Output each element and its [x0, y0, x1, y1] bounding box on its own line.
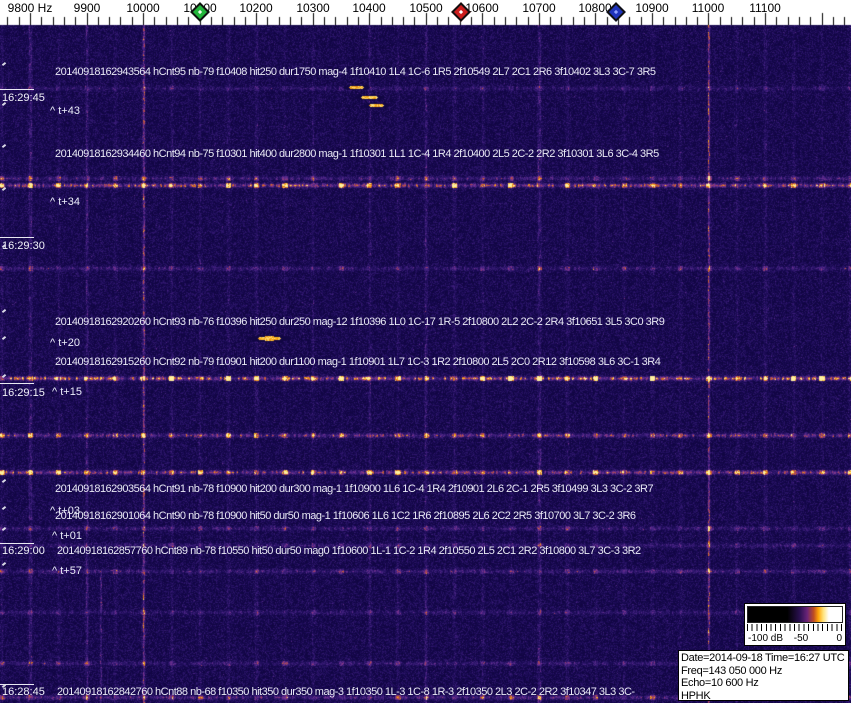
time-label: 16:29:15 — [2, 387, 45, 399]
detection-log-line: 20140918162915260 hCnt92 nb-79 f10901 hi… — [55, 356, 660, 368]
time-tick-mark — [0, 543, 34, 544]
colorbar-mid-label: -50 — [794, 633, 808, 644]
freq-axis-label: 10500 — [409, 1, 442, 15]
time-offset-marker: ^ t+43 — [50, 105, 80, 117]
colorbar-gradient — [747, 606, 843, 623]
meteor-echo-spectrogram-window: 9800 Hz990010000101001020010300104001050… — [0, 0, 851, 703]
edge-minor-tick — [2, 479, 6, 483]
time-label: 16:29:45 — [2, 92, 45, 104]
freq-axis-label: 10600 — [465, 1, 498, 15]
annotation-overlay: 9800 Hz990010000101001020010300104001050… — [0, 0, 851, 703]
edge-minor-tick — [2, 102, 6, 106]
info-date-time: Date=2014-09-18 Time=16:27 UTC — [681, 652, 846, 665]
detection-log-line: 20140918162943564 hCnt95 nb-79 f10408 hi… — [55, 66, 656, 78]
edge-minor-tick — [2, 336, 6, 340]
edge-minor-tick — [2, 562, 6, 566]
time-offset-marker: ^ t+01 — [52, 530, 82, 542]
detection-log-line: 20140918162920260 hCnt93 nb-76 f10396 hi… — [55, 316, 664, 328]
time-offset-marker: ^ t+20 — [50, 337, 80, 349]
edge-minor-tick — [2, 527, 6, 531]
info-station-id: HPHK — [681, 690, 846, 703]
colorbar-tick-ruler — [747, 624, 843, 631]
freq-axis-label: 9900 — [74, 1, 101, 15]
freq-axis-label: 11000 — [692, 1, 724, 15]
freq-axis-label: 10300 — [296, 1, 329, 15]
colorbar-labels: -100 dB -50 0 — [745, 632, 845, 645]
status-info-box: Date=2014-09-18 Time=16:27 UTC Freq=143 … — [678, 650, 849, 701]
info-echo-frequency: Echo=10 600 Hz — [681, 677, 846, 690]
freq-axis-label: 10000 — [126, 1, 159, 15]
edge-minor-tick — [2, 506, 6, 510]
freq-axis-label: 10400 — [352, 1, 385, 15]
colorbar-max-label: 0 — [836, 633, 842, 644]
freq-axis-label: 10900 — [635, 1, 668, 15]
time-offset-marker: ^ t+15 — [52, 386, 82, 398]
detection-log-line: 20140918162934460 hCnt94 nb-75 f10301 hi… — [55, 148, 659, 160]
time-tick-mark — [0, 89, 34, 90]
detection-log-line: 20140918162857760 hCnt89 nb-78 f10550 hi… — [57, 545, 641, 557]
blue-freq-marker-center — [614, 10, 618, 14]
time-offset-marker: ^ t+34 — [50, 196, 80, 208]
detection-log-line: 20140918162903564 hCnt91 nb-78 f10900 hi… — [55, 483, 653, 495]
time-label: 16:29:30 — [2, 240, 45, 252]
freq-axis-label: 9800 Hz — [8, 1, 53, 15]
time-label: 16:29:00 — [2, 545, 45, 557]
edge-minor-tick — [2, 144, 6, 148]
edge-minor-tick — [2, 309, 6, 313]
green-freq-marker-center — [198, 10, 202, 14]
edge-minor-tick — [2, 187, 6, 191]
time-offset-marker: ^ t+57 — [52, 565, 82, 577]
db-colorbar: -100 dB -50 0 — [744, 603, 846, 646]
red-freq-marker-center — [459, 10, 463, 14]
edge-minor-tick — [2, 374, 6, 378]
time-label: 16:28:45 — [2, 686, 45, 698]
detection-log-line: 20140918162901064 hCnt90 nb-78 f10900 hi… — [55, 510, 636, 522]
freq-axis-label: 11100 — [749, 1, 781, 15]
time-offset-marker: ^ t+03 — [50, 505, 80, 517]
colorbar-min-label: -100 dB — [748, 633, 783, 644]
time-tick-mark — [0, 383, 34, 384]
freq-axis-label: 10700 — [522, 1, 555, 15]
edge-minor-tick — [2, 62, 6, 66]
info-frequency: Freq=143 050 000 Hz — [681, 665, 846, 678]
detection-log-line: 20140918162842760 hCnt88 nb-68 f10350 hi… — [57, 686, 635, 698]
freq-axis-label: 10200 — [239, 1, 272, 15]
time-tick-mark — [0, 237, 34, 238]
